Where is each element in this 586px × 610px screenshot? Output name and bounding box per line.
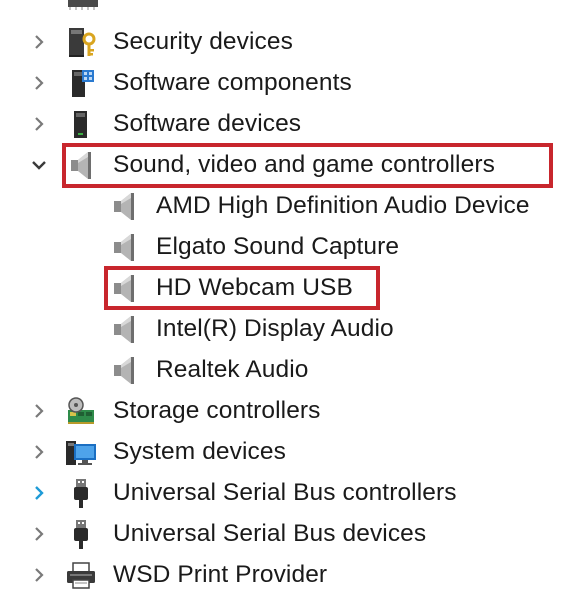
tree-item-amd-high-definition-audio-device[interactable]: AMD High Definition Audio Device xyxy=(0,186,586,226)
speaker-icon xyxy=(107,312,141,346)
device-icon xyxy=(68,0,98,10)
tree-item-label: Universal Serial Bus devices xyxy=(113,520,427,547)
chevron-right-icon[interactable] xyxy=(26,391,52,431)
highlight-box-sound-category xyxy=(62,143,553,188)
device-manager-tree: Security devices Software components Sof… xyxy=(0,0,586,610)
tree-item-security-devices[interactable]: Security devices xyxy=(0,22,586,62)
tree-item-label: Storage controllers xyxy=(113,397,321,424)
tree-item-label: Software components xyxy=(113,69,352,96)
tree-item-storage-controllers[interactable]: Storage controllers xyxy=(0,391,586,431)
tree-item-label: AMD High Definition Audio Device xyxy=(156,192,530,219)
storage-controller-icon xyxy=(64,394,98,428)
tree-item-intel-display-audio[interactable]: Intel(R) Display Audio xyxy=(0,309,586,349)
tree-item-elgato-sound-capture[interactable]: Elgato Sound Capture xyxy=(0,227,586,267)
tree-item-system-devices[interactable]: System devices xyxy=(0,432,586,472)
highlight-box-hd-webcam xyxy=(104,266,380,310)
system-devices-icon xyxy=(64,435,98,469)
tree-item-realtek-audio[interactable]: Realtek Audio xyxy=(0,350,586,390)
printer-icon xyxy=(64,558,98,592)
tree-item-label: Universal Serial Bus controllers xyxy=(113,479,457,506)
chevron-right-icon[interactable] xyxy=(26,514,52,554)
tree-item-label: Security devices xyxy=(113,28,293,55)
tree-item-label: Realtek Audio xyxy=(156,356,309,383)
tree-item-label: Intel(R) Display Audio xyxy=(156,315,394,342)
software-components-icon xyxy=(64,66,98,100)
chevron-right-icon[interactable] xyxy=(26,104,52,144)
tree-item-usb-controllers[interactable]: Universal Serial Bus controllers xyxy=(0,473,586,513)
chevron-down-icon[interactable] xyxy=(26,145,52,185)
chevron-right-icon[interactable] xyxy=(26,555,52,595)
usb-icon xyxy=(64,476,98,510)
tree-item-label: Elgato Sound Capture xyxy=(156,233,400,260)
software-devices-icon xyxy=(64,107,98,141)
tree-item-software-devices[interactable]: Software devices xyxy=(0,104,586,144)
tree-item-software-components[interactable]: Software components xyxy=(0,63,586,103)
speaker-icon xyxy=(107,353,141,387)
chevron-right-icon[interactable] xyxy=(26,432,52,472)
chevron-right-icon[interactable] xyxy=(26,473,52,513)
chevron-right-icon[interactable] xyxy=(26,22,52,62)
tree-item-label: System devices xyxy=(113,438,286,465)
speaker-icon xyxy=(107,189,141,223)
security-devices-icon xyxy=(64,25,98,59)
tree-item-label: WSD Print Provider xyxy=(113,561,328,588)
tree-item-wsd-print-provider[interactable]: WSD Print Provider xyxy=(0,555,586,595)
chevron-right-icon[interactable] xyxy=(26,63,52,103)
speaker-icon xyxy=(107,230,141,264)
tree-item-usb-devices[interactable]: Universal Serial Bus devices xyxy=(0,514,586,554)
usb-icon xyxy=(64,517,98,551)
tree-item-label: Software devices xyxy=(113,110,302,137)
